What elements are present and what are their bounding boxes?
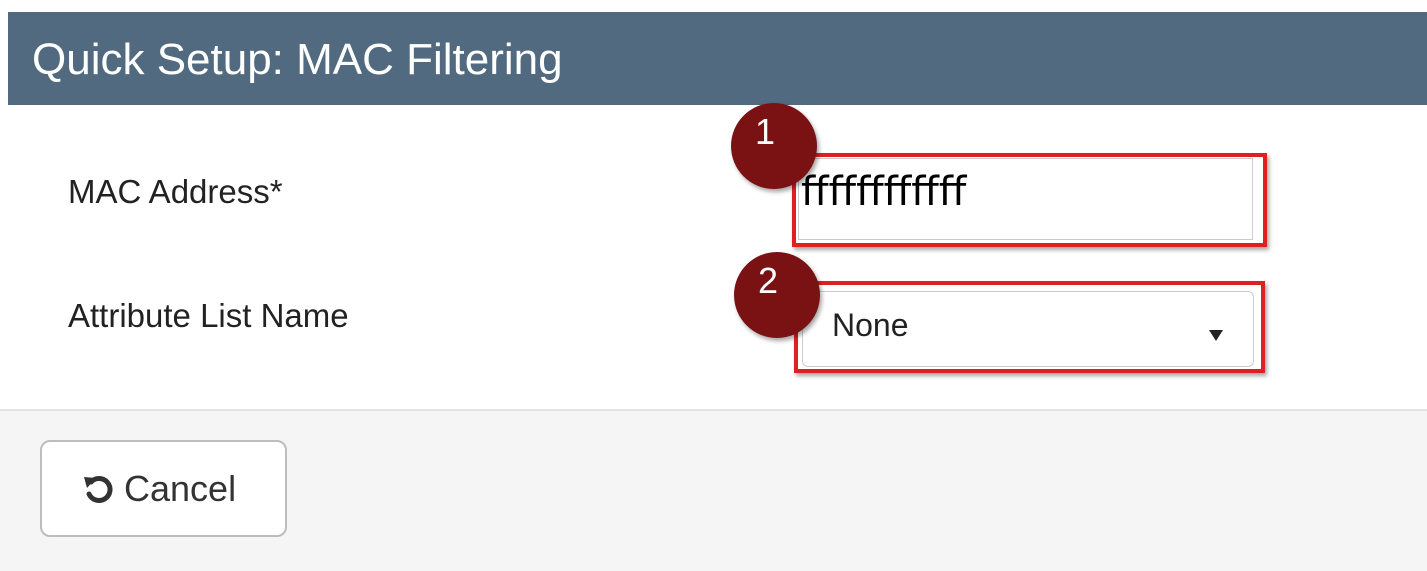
step-badge-2: 2 [734, 252, 820, 338]
attribute-list-select[interactable]: None [802, 291, 1254, 367]
caret-down-icon [1209, 330, 1223, 341]
cancel-button[interactable]: Cancel [40, 440, 287, 537]
undo-icon [84, 476, 113, 503]
step-badge-1: 1 [731, 103, 817, 189]
mac-address-label: MAC Address* [68, 173, 283, 210]
step-badge-number: 1 [755, 111, 776, 152]
dialog-title: Quick Setup: MAC Filtering [32, 35, 563, 84]
mac-address-input[interactable]: ffffffffffff [798, 158, 1253, 240]
attribute-list-label: Attribute List Name [68, 297, 349, 334]
dialog-header: Quick Setup: MAC Filtering [8, 12, 1427, 105]
cancel-button-label: Cancel [124, 468, 237, 509]
attribute-list-selected-value: None [832, 307, 909, 343]
step-badge-number: 2 [758, 260, 779, 301]
